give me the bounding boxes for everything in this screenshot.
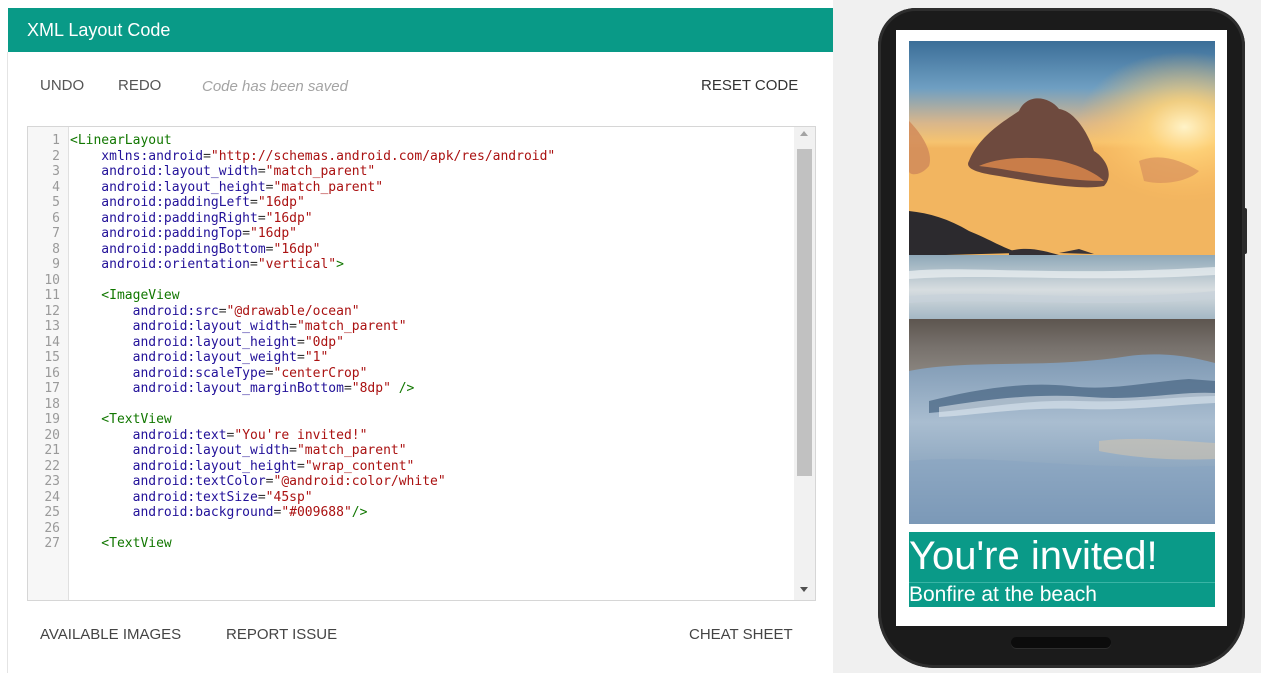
line-number: 22 [44,458,60,474]
code-line[interactable]: 20 android:text="You're invited!" [28,428,793,444]
code-line-text: android:background="#009688"/> [70,505,368,520]
undo-button[interactable]: UNDO [40,76,84,96]
code-line[interactable]: 25 android:background="#009688"/> [28,505,793,521]
line-number: 21 [44,443,60,458]
code-line-text: <ImageView [70,288,180,303]
code-line[interactable]: 3 android:layout_width="match_parent" [28,164,793,180]
code-line[interactable]: 17 android:layout_marginBottom="8dp" /> [28,381,793,397]
code-line[interactable]: 21 android:layout_width="match_parent" [28,443,793,459]
code-line[interactable]: 23 android:textColor="@android:color/whi… [28,474,793,490]
line-number: 10 [44,272,60,288]
line-number: 15 [44,350,60,365]
line-number: 14 [44,334,60,350]
line-number: 7 [52,226,60,241]
card-divider [7,52,8,673]
code-line-text: android:layout_weight="1" [70,350,329,365]
line-number: 11 [44,288,60,303]
line-number: 6 [52,210,60,226]
line-number: 12 [44,303,60,319]
code-line-text: android:orientation="vertical"> [70,257,344,272]
line-number: 16 [44,365,60,381]
ocean-image [909,41,1215,524]
code-line[interactable]: 24 android:textSize="45sp" [28,490,793,506]
scroll-thumb[interactable] [797,149,812,476]
code-line-text: android:textSize="45sp" [70,489,313,505]
code-line-text: android:paddingTop="16dp" [70,226,297,241]
code-line[interactable]: 27 <TextView [28,536,793,552]
code-line-text: android:layout_width="match_parent" [70,164,376,179]
available-images-button[interactable]: AVAILABLE IMAGES [40,625,181,645]
line-number: 8 [52,241,60,257]
invite-subtitle: Bonfire at the beach [909,583,1097,606]
code-line[interactable]: 9 android:orientation="vertical"> [28,257,793,273]
phone-side-button [1243,208,1247,254]
code-line-text: <TextView [70,536,172,551]
code-line-text: android:layout_width="match_parent" [70,443,407,458]
code-line-text: xmlns:android="http://schemas.android.co… [70,148,556,164]
code-line-text: android:src="@drawable/ocean" [70,303,360,319]
code-line-text: <TextView [70,412,172,427]
redo-button[interactable]: REDO [118,76,161,96]
code-line[interactable]: 26 [28,521,793,537]
code-line[interactable]: 18 [28,397,793,413]
reset-code-button[interactable]: RESET CODE [701,76,798,96]
code-line-text: android:layout_height="wrap_content" [70,458,415,474]
code-line[interactable]: 7 android:paddingTop="16dp" [28,226,793,242]
code-line-text: android:layout_marginBottom="8dp" /> [70,381,415,396]
code-line-text: android:layout_height="match_parent" [70,179,384,195]
scroll-up-icon[interactable] [800,131,808,136]
line-number: 27 [44,536,60,551]
code-text[interactable]: 1 <LinearLayout 2 xmlns:android="http://sc… [28,133,793,552]
line-number: 20 [44,427,60,443]
code-line[interactable]: 15 android:layout_weight="1" [28,350,793,366]
invite-title: You're invited! [909,534,1158,578]
code-line[interactable]: 2 xmlns:android="http://schemas.android.… [28,149,793,165]
line-number: 18 [44,396,60,412]
line-number: 3 [52,164,60,179]
code-line-text: android:layout_height="0dp" [70,334,344,350]
code-line[interactable]: 5 android:paddingLeft="16dp" [28,195,793,211]
line-number: 5 [52,195,60,210]
code-line[interactable]: 6 android:paddingRight="16dp" [28,211,793,227]
cheat-sheet-button[interactable]: CHEAT SHEET [689,625,793,645]
line-number: 23 [44,474,60,489]
code-line-text: android:paddingLeft="16dp" [70,195,305,210]
code-line[interactable]: 19 <TextView [28,412,793,428]
line-number: 4 [52,179,60,195]
code-editor[interactable]: 1 <LinearLayout 2 xmlns:android="http://sc… [27,126,816,601]
code-line[interactable]: 12 android:src="@drawable/ocean" [28,304,793,320]
code-line-text: android:scaleType="centerCrop" [70,365,368,381]
line-number: 24 [44,489,60,505]
code-line-text: android:paddingBottom="16dp" [70,241,321,257]
scroll-down-icon[interactable] [800,587,808,592]
line-number: 17 [44,381,60,396]
phone-home-button [1011,637,1111,648]
code-line-text: android:text="You're invited!" [70,427,368,443]
code-line[interactable]: 22 android:layout_height="wrap_content" [28,459,793,475]
line-number: 25 [44,505,60,520]
report-issue-button[interactable]: REPORT ISSUE [226,625,337,645]
line-number: 9 [52,257,60,272]
code-line[interactable]: 1 <LinearLayout [28,133,793,149]
card-title: XML Layout Code [27,20,171,40]
line-number: 2 [52,148,60,164]
save-status: Code has been saved [202,78,348,95]
code-line[interactable]: 13 android:layout_width="match_parent" [28,319,793,335]
line-number: 19 [44,412,60,427]
code-line-text: android:textColor="@android:color/white" [70,474,446,489]
line-number: 13 [44,319,60,334]
code-line[interactable]: 16 android:scaleType="centerCrop" [28,366,793,382]
code-line[interactable]: 11 <ImageView [28,288,793,304]
code-line-text: <LinearLayout [70,133,172,148]
editor-scrollbar[interactable] [794,127,815,600]
code-line-text: android:paddingRight="16dp" [70,210,313,226]
code-line[interactable]: 14 android:layout_height="0dp" [28,335,793,351]
code-line[interactable]: 8 android:paddingBottom="16dp" [28,242,793,258]
card-header: XML Layout Code [8,8,833,52]
line-number: 1 [52,133,60,148]
code-line[interactable]: 4 android:layout_height="match_parent" [28,180,793,196]
line-number: 26 [44,520,60,536]
code-line-text: android:layout_width="match_parent" [70,319,407,334]
code-line[interactable]: 10 [28,273,793,289]
